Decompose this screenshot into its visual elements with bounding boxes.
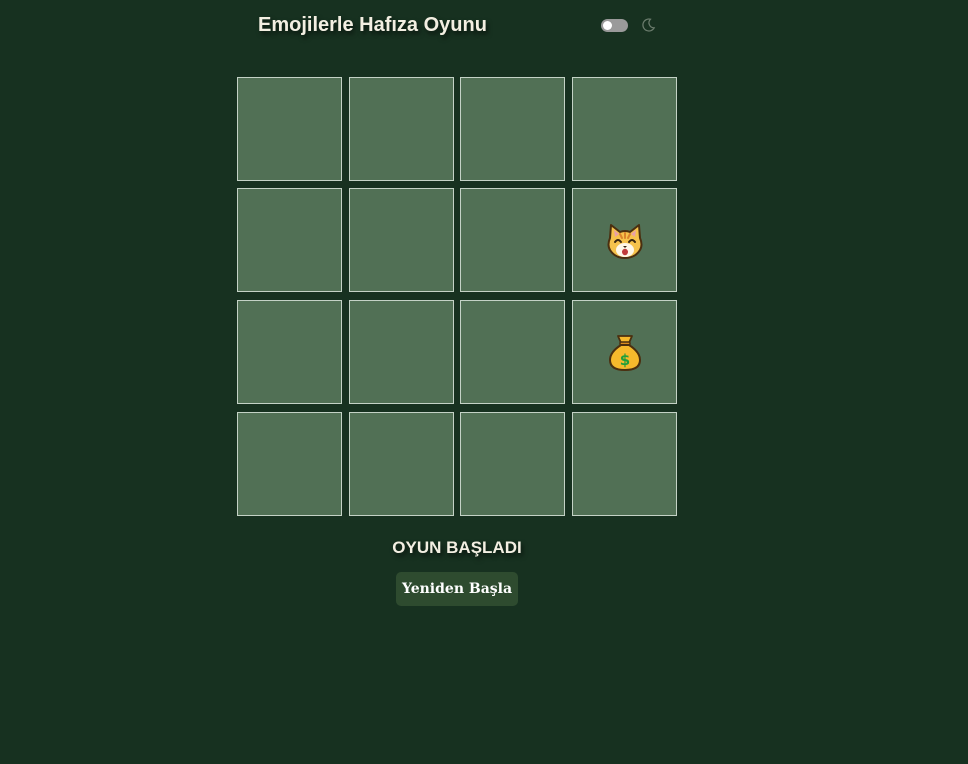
cat-face-icon bbox=[607, 224, 643, 259]
page-title: Emojilerle Hafıza Oyunu bbox=[258, 14, 487, 36]
card[interactable] bbox=[460, 77, 565, 181]
card[interactable] bbox=[572, 412, 677, 516]
card-grid: $ bbox=[237, 77, 677, 516]
theme-toggle[interactable] bbox=[601, 19, 628, 32]
card[interactable] bbox=[237, 188, 342, 292]
restart-button[interactable]: Yeniden Başla bbox=[396, 572, 518, 606]
moon-icon bbox=[642, 18, 656, 32]
money-bag-icon: $ bbox=[609, 335, 641, 371]
card[interactable] bbox=[237, 300, 342, 404]
toggle-knob bbox=[603, 21, 612, 30]
card[interactable] bbox=[349, 412, 454, 516]
svg-text:$: $ bbox=[620, 351, 630, 369]
card[interactable] bbox=[349, 188, 454, 292]
card[interactable] bbox=[237, 412, 342, 516]
card-revealed[interactable]: $ bbox=[572, 300, 677, 404]
card[interactable] bbox=[349, 77, 454, 181]
card[interactable] bbox=[460, 412, 565, 516]
card[interactable] bbox=[572, 77, 677, 181]
game-status: OYUN BAŞLADI bbox=[392, 538, 522, 557]
card[interactable] bbox=[237, 77, 342, 181]
card[interactable] bbox=[460, 188, 565, 292]
card[interactable] bbox=[460, 300, 565, 404]
card-revealed[interactable] bbox=[572, 188, 677, 292]
card[interactable] bbox=[349, 300, 454, 404]
